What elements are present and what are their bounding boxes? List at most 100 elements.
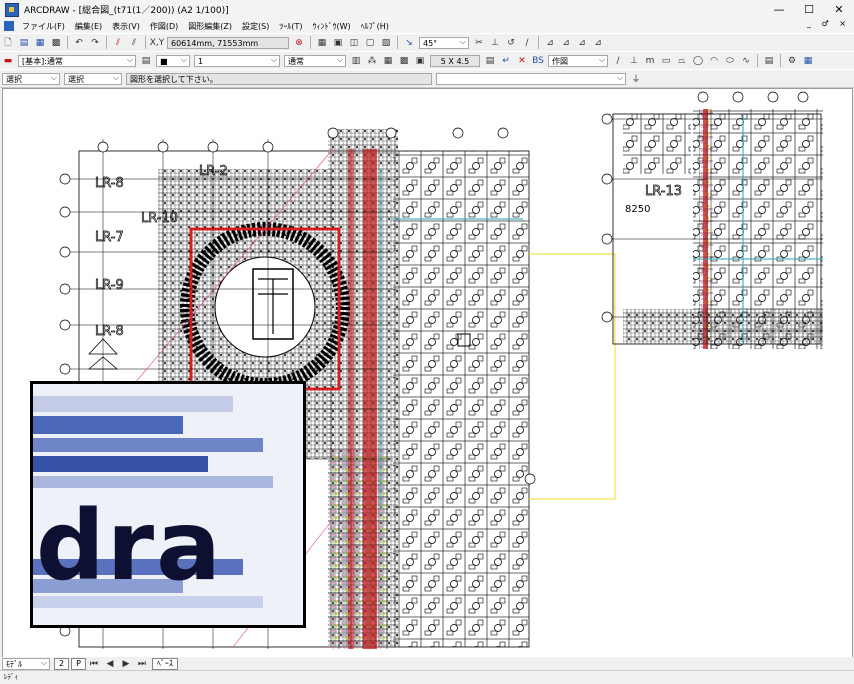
arc-icon[interactable]: ◠ [707,54,721,67]
grid-label: LR-8 [95,324,124,339]
first-sheet-icon[interactable]: ⏮ [87,657,101,670]
print-scale-icon[interactable]: ▤ [483,54,497,67]
ellipse-icon[interactable]: ⬭ [723,54,737,67]
layer-icon[interactable]: ▧ [379,36,393,49]
maximize-button[interactable]: ☐ [794,0,824,19]
window-icon[interactable]: ▣ [331,36,345,49]
frame-icon[interactable]: ▢ [363,36,377,49]
title-bar: ARCDRAW - [総合図_(t71(1／200)) (A2 1/100)] … [0,0,854,19]
status-text: ﾚﾃﾞｨ [0,670,854,683]
layer-list-icon[interactable]: ▤ [139,54,153,67]
drawing-canvas[interactable]: LR-2 LR-8 LR-10 LR-7 LR-9 LR-8 LR-13 825… [2,88,853,659]
menu-bar: ファイル(F) 編集(E) 表示(V) 作図(D) 図形編集(Z) 設定(S) … [0,19,854,33]
app-icon [5,2,19,17]
document-icon[interactable] [4,21,14,31]
snap-off-icon[interactable]: ⫽ [127,36,141,49]
redo-icon[interactable]: ↷ [88,36,102,49]
multiline-icon[interactable]: ⅿ [643,54,657,67]
circle-icon[interactable]: ◯ [691,54,705,67]
linetype-select[interactable]: 通常 [284,54,346,67]
pattern-icon[interactable]: ⁂ [365,54,379,67]
grid-label: LR-2 [199,164,228,179]
new-file-icon[interactable]: 🗋 [1,36,15,49]
menu-shape-edit[interactable]: 図形編集(Z) [183,21,237,32]
grid-label: LR-9 [95,278,124,293]
dim4-icon[interactable]: ⊿ [591,36,605,49]
color-select[interactable]: ■ [156,54,190,67]
grid-label: LR-10 [141,211,178,226]
select-mode-2[interactable]: 選択 [64,72,122,85]
stamp-icon[interactable]: ▣ [413,54,427,67]
coordinate-display: 60614mm, 71553mm [167,36,289,49]
grid-icon[interactable]: ▦ [315,36,329,49]
menu-draw[interactable]: 作図(D) [145,21,183,32]
tab-base[interactable]: ﾍﾞｰｽ [151,657,178,670]
angle-icon[interactable]: ↘ [402,36,416,49]
tab-p[interactable]: P [71,657,86,670]
menu-settings[interactable]: 設定(S) [237,21,274,32]
image-icon[interactable]: ▩ [397,54,411,67]
close-button[interactable]: ✕ [824,0,854,19]
window-title: ARCDRAW - [総合図_(t71(1／200)) (A2 1/100)] [24,6,229,16]
polygon-icon[interactable]: ⏢ [675,54,689,67]
fill-icon[interactable]: ▦ [381,54,395,67]
scale-display: 5 X 4.5 [430,54,480,67]
zoom-icon[interactable]: ◫ [347,36,361,49]
brush-icon[interactable]: ∕ [520,36,534,49]
rotate-icon[interactable]: ↺ [504,36,518,49]
delete-icon[interactable]: ✕ [515,54,529,67]
open-folder-icon[interactable]: ▤ [17,36,31,49]
print-icon[interactable]: ▩ [49,36,63,49]
grid-label: LR-13 [645,184,682,199]
menu-help[interactable]: ﾍﾙﾌﾟ(H) [356,21,394,32]
rect-icon[interactable]: ▭ [659,54,673,67]
logo-text: dra [36,490,223,602]
menu-window[interactable]: ｳｨﾝﾄﾞｳ(W) [307,21,355,32]
menu-view[interactable]: 表示(V) [107,21,145,32]
toolbar-attributes: ▬ [基本]:通常 ▤ ■ 1 通常 ▥ ⁂ ▦ ▩ ▣ 5 X 4.5 ▤ ↵… [0,51,854,70]
cancel-icon[interactable]: ⊗ [292,36,306,49]
object-snap-icon[interactable]: ▦ [801,54,815,67]
snap-icon[interactable]: ⫽ [111,36,125,49]
dim1-icon[interactable]: ⊿ [543,36,557,49]
layer-select[interactable]: [基本]:通常 [18,54,136,67]
dim3-icon[interactable]: ⊿ [575,36,589,49]
linewidth-select[interactable]: 1 [194,54,280,67]
spline-icon[interactable]: ∿ [739,54,753,67]
toolbar-standard: 🗋 ▤ ▦ ▩ ↶ ↷ ⫽ ⫽ X,Y 60614mm, 71553mm ⊗ ▦… [0,33,854,52]
minimize-button[interactable]: — [764,0,794,19]
trim-icon[interactable]: ⊥ [488,36,502,49]
mdi-controls[interactable]: _ ♂ × [807,19,850,28]
enter-icon[interactable]: ↵ [499,54,513,67]
model-select[interactable]: ﾓﾃﾞﾙ [2,657,50,670]
undo-icon[interactable]: ↶ [72,36,86,49]
mode-select[interactable]: 作図 [548,54,608,67]
perp-icon[interactable]: ⊥ [627,54,641,67]
snap-settings-icon[interactable]: ⚙ [785,54,799,67]
microphone-icon[interactable]: ⏚ [629,72,643,85]
last-sheet-icon[interactable]: ⏭ [135,657,149,670]
dra-logo: dra [30,381,306,628]
select-mode-1[interactable]: 選択 [2,72,60,85]
line-icon[interactable]: ∕ [611,54,625,67]
grid-label: LR-8 [95,176,124,191]
save-icon[interactable]: ▦ [33,36,47,49]
grid-label: LR-7 [95,230,124,245]
command-input[interactable] [436,72,626,85]
layer-color-icon[interactable]: ▬ [1,54,15,67]
prev-sheet-icon[interactable]: ◀ [103,657,117,670]
dim2-icon[interactable]: ⊿ [559,36,573,49]
next-sheet-icon[interactable]: ▶ [119,657,133,670]
dimension-label: 8250 [625,204,650,215]
menu-file[interactable]: ファイル(F) [17,21,70,32]
menu-edit[interactable]: 編集(E) [70,21,107,32]
xy-label: X,Y [149,37,165,48]
text-icon[interactable]: ▤ [762,54,776,67]
menu-tools[interactable]: ﾂｰﾙ(T) [274,21,307,32]
backspace-icon[interactable]: BS [531,54,545,67]
detail-plan: LR-13 8250 [601,91,823,349]
tab-2[interactable]: 2 [54,657,70,670]
angle-select[interactable]: 45° [419,36,469,49]
cut-icon[interactable]: ✂ [472,36,486,49]
hatch-icon[interactable]: ▥ [349,54,363,67]
